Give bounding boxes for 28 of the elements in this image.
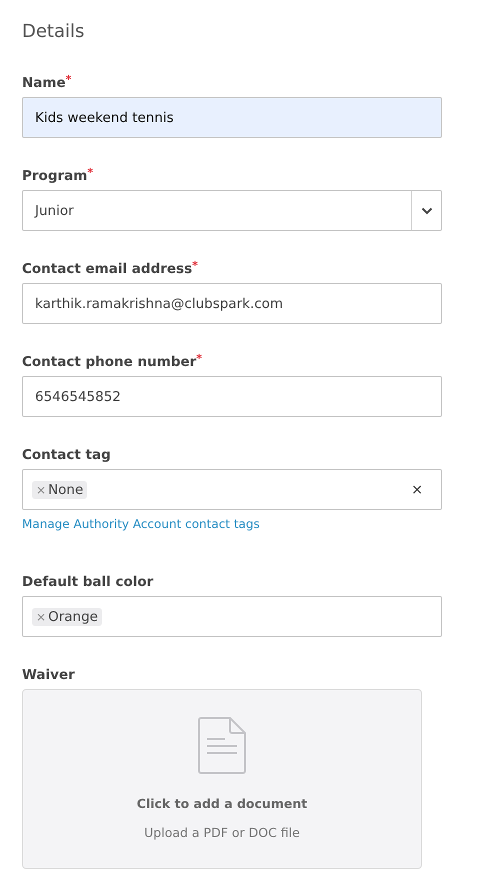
chevron-down-icon bbox=[420, 206, 432, 214]
tag-field[interactable]: ×Orange bbox=[22, 596, 442, 637]
field-label: Program bbox=[22, 167, 88, 185]
text-field[interactable]: 6546545852 bbox=[22, 376, 442, 417]
field-label: Waiver bbox=[22, 666, 75, 684]
upload-heading: Click to add a document bbox=[136, 796, 308, 811]
document-icon bbox=[198, 717, 246, 774]
field-label: Default ball color bbox=[22, 573, 154, 591]
upload-area[interactable]: Click to add a document Upload a PDF or DOC file bbox=[22, 689, 422, 869]
tag-label: Orange bbox=[48, 608, 98, 624]
field-label: Name bbox=[22, 74, 66, 92]
required-mark: * bbox=[87, 167, 94, 181]
field-label: Contact phone number bbox=[22, 353, 196, 371]
clear-button[interactable]: × bbox=[402, 482, 432, 498]
text-field[interactable]: karthik.ramakrishna@clubspark.com bbox=[22, 283, 442, 324]
required-mark: * bbox=[196, 353, 202, 365]
text-field[interactable]: Kids weekend tennis bbox=[22, 97, 442, 138]
field-label: Contact email address bbox=[22, 260, 192, 278]
required-mark: * bbox=[192, 260, 198, 274]
section-title: Details bbox=[22, 20, 86, 44]
select-value: Junior bbox=[33, 202, 75, 218]
manage-tags-link[interactable]: Manage Authority Account contact tags bbox=[22, 517, 260, 531]
select-field[interactable]: Junior bbox=[22, 190, 442, 231]
field-label: Contact tag bbox=[22, 446, 111, 464]
upload-hint: Upload a PDF or DOC file bbox=[144, 825, 300, 840]
required-mark: * bbox=[66, 74, 72, 88]
tag-label: None bbox=[48, 482, 84, 498]
tag-field[interactable]: ×None × bbox=[22, 469, 442, 510]
